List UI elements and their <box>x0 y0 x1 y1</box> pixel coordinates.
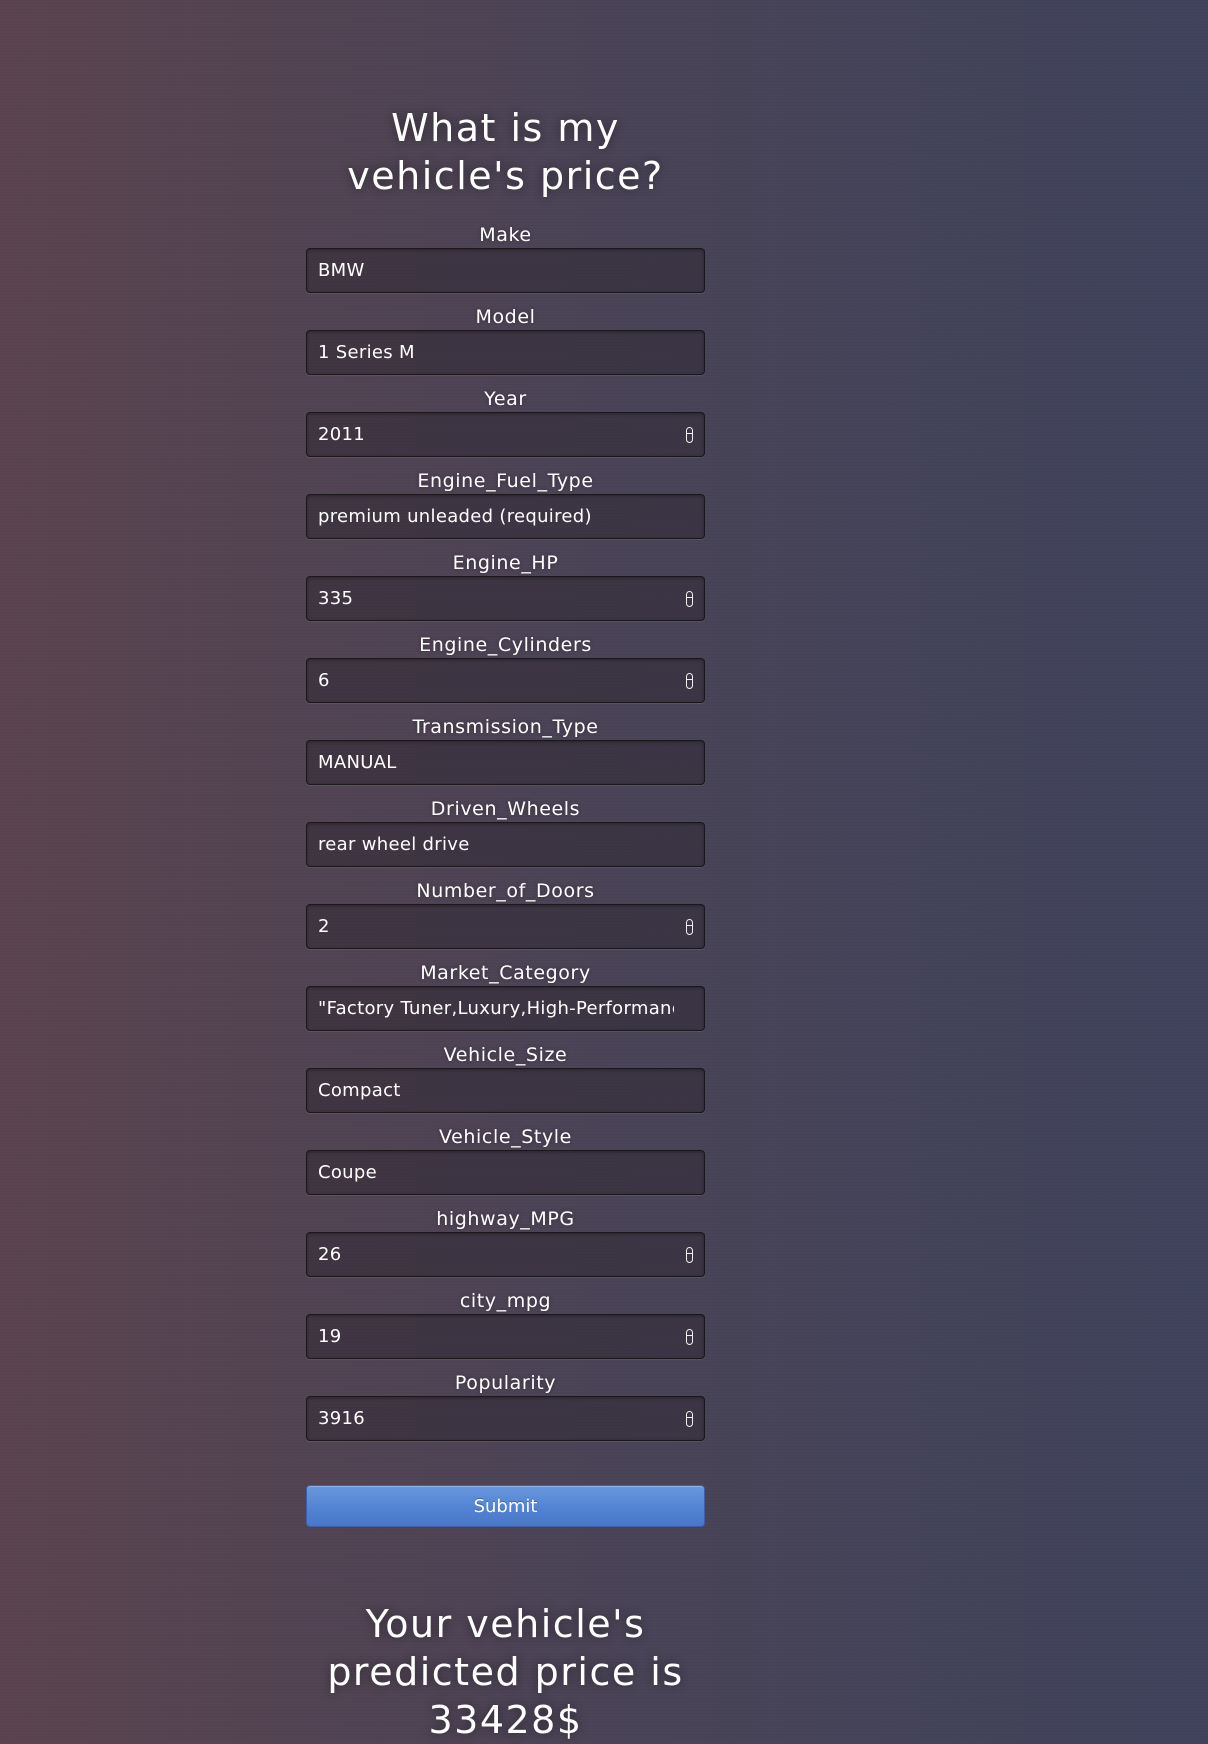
vehicle-size-field-box <box>306 1068 705 1113</box>
popularity-label: Popularity <box>454 1372 557 1394</box>
city-mpg-input[interactable] <box>307 1315 704 1358</box>
engine-hp-field-box <box>306 576 705 621</box>
make-input[interactable] <box>307 249 704 292</box>
driven-wheels-label: Driven_Wheels <box>430 798 581 820</box>
market-category-label: Market_Category <box>420 962 591 984</box>
field-year: Year <box>306 386 705 468</box>
page-title: What is my vehicle's price? <box>347 106 664 198</box>
market-category-input[interactable] <box>307 987 704 1030</box>
make-label: Make <box>479 224 532 246</box>
highway-mpg-stepper-icon[interactable] <box>686 1247 693 1263</box>
engine-cylinders-stepper-icon[interactable] <box>686 673 693 689</box>
highway-mpg-input[interactable] <box>307 1233 704 1276</box>
market-category-field-box <box>306 986 705 1031</box>
city-mpg-stepper-icon[interactable] <box>686 1329 693 1345</box>
field-make: Make <box>306 222 705 304</box>
driven-wheels-field-box <box>306 822 705 867</box>
popularity-input[interactable] <box>307 1397 704 1440</box>
model-input[interactable] <box>307 331 704 374</box>
field-vehicle-size: Vehicle_Size <box>306 1042 705 1124</box>
vehicle-size-label: Vehicle_Size <box>443 1044 568 1066</box>
city-mpg-field-box <box>306 1314 705 1359</box>
transmission-type-label: Transmission_Type <box>412 716 599 738</box>
highway-mpg-label: highway_MPG <box>436 1208 575 1230</box>
vehicle-price-form: Make Model Year Engine_Fuel_Type <box>306 222 705 1527</box>
vehicle-style-input[interactable] <box>307 1151 704 1194</box>
engine-hp-label: Engine_HP <box>452 552 559 574</box>
engine-fuel-type-label: Engine_Fuel_Type <box>417 470 594 492</box>
number-of-doors-input[interactable] <box>307 905 704 948</box>
number-of-doors-stepper-icon[interactable] <box>686 919 693 935</box>
engine-cylinders-field-box <box>306 658 705 703</box>
field-number-of-doors: Number_of_Doors <box>306 878 705 960</box>
field-driven-wheels: Driven_Wheels <box>306 796 705 878</box>
model-field-box <box>306 330 705 375</box>
number-of-doors-label: Number_of_Doors <box>416 880 595 902</box>
engine-cylinders-label: Engine_Cylinders <box>419 634 592 656</box>
field-transmission-type: Transmission_Type <box>306 714 705 796</box>
field-model: Model <box>306 304 705 386</box>
highway-mpg-field-box <box>306 1232 705 1277</box>
vehicle-style-field-box <box>306 1150 705 1195</box>
city-mpg-label: city_mpg <box>459 1290 552 1312</box>
field-city-mpg: city_mpg <box>306 1288 705 1370</box>
engine-fuel-type-field-box <box>306 494 705 539</box>
vehicle-size-input[interactable] <box>307 1069 704 1112</box>
popularity-stepper-icon[interactable] <box>686 1411 693 1427</box>
driven-wheels-input[interactable] <box>307 823 704 866</box>
field-engine-fuel-type: Engine_Fuel_Type <box>306 468 705 550</box>
popularity-field-box <box>306 1396 705 1441</box>
year-input[interactable] <box>307 413 704 456</box>
engine-fuel-type-input[interactable] <box>307 495 704 538</box>
field-highway-mpg: highway_MPG <box>306 1206 705 1288</box>
form-container: What is my vehicle's price? Make Model Y… <box>306 104 705 1527</box>
submit-button[interactable]: Submit <box>306 1485 705 1527</box>
year-field-box <box>306 412 705 457</box>
engine-hp-input[interactable] <box>307 577 704 620</box>
field-engine-cylinders: Engine_Cylinders <box>306 632 705 714</box>
number-of-doors-field-box <box>306 904 705 949</box>
engine-cylinders-input[interactable] <box>307 659 704 702</box>
model-label: Model <box>475 306 536 328</box>
transmission-type-field-box <box>306 740 705 785</box>
year-label: Year <box>484 388 527 410</box>
field-market-category: Market_Category <box>306 960 705 1042</box>
transmission-type-input[interactable] <box>307 741 704 784</box>
make-field-box <box>306 248 705 293</box>
year-stepper-icon[interactable] <box>686 427 693 443</box>
field-vehicle-style: Vehicle_Style <box>306 1124 705 1206</box>
predicted-price-result: Your vehicle's predicted price is 33428$ <box>327 1602 684 1742</box>
field-popularity: Popularity <box>306 1370 705 1452</box>
vehicle-style-label: Vehicle_Style <box>439 1126 572 1148</box>
field-engine-hp: Engine_HP <box>306 550 705 632</box>
engine-hp-stepper-icon[interactable] <box>686 591 693 607</box>
